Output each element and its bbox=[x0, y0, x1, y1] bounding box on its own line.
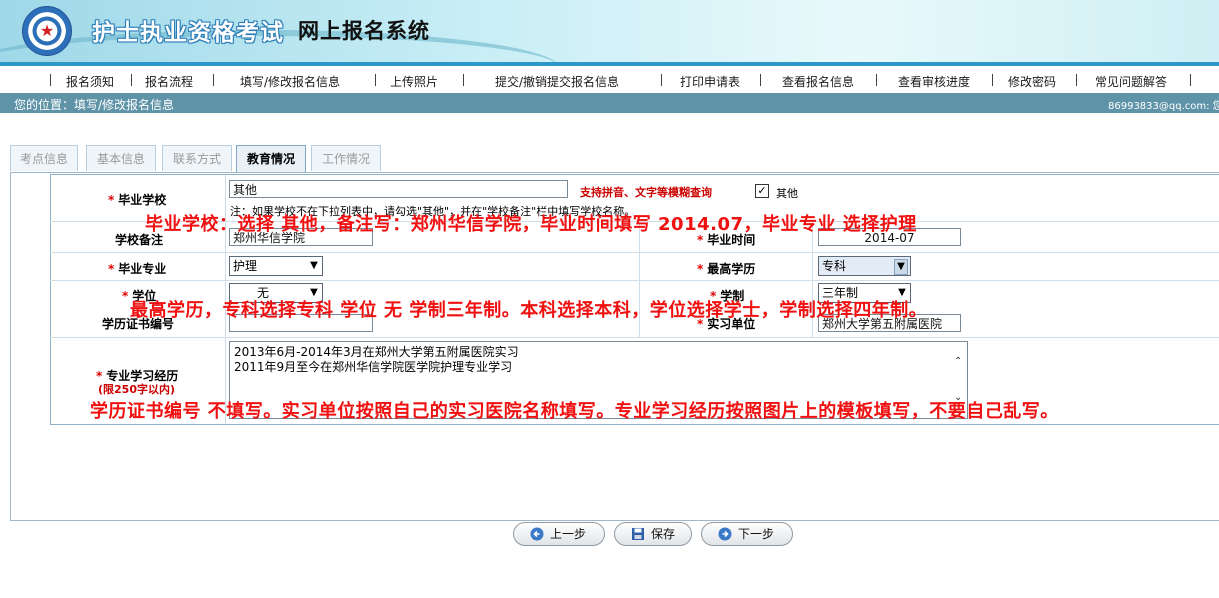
tab-education[interactable]: 教育情况 bbox=[236, 145, 306, 173]
nav-item-notice[interactable]: 报名须知 bbox=[66, 73, 114, 90]
annotation-school: 毕业学校：选择 其他，备注写：郑州华信学院，毕业时间填写 2014.07，毕业专… bbox=[145, 214, 917, 235]
nav-separator bbox=[463, 74, 464, 86]
arrow-left-icon bbox=[530, 527, 544, 541]
annotation-experience: 学历证书编号 不填写。实习单位按照自己的实习医院名称填写。专业学习经历按照图片上… bbox=[90, 401, 1059, 422]
school-label: * 毕业学校 bbox=[108, 191, 166, 208]
school-search-hint: 支持拼音、文字等模糊查询 bbox=[580, 186, 712, 199]
major-select-value: 护理 bbox=[233, 259, 258, 273]
nav-item-view-info[interactable]: 查看报名信息 bbox=[782, 73, 854, 90]
nav-separator bbox=[992, 74, 993, 86]
nav-item-process[interactable]: 报名流程 bbox=[145, 73, 193, 90]
nav-separator bbox=[213, 74, 214, 86]
tab-work[interactable]: 工作情况 bbox=[311, 145, 381, 171]
highest-edu-select-value: 专科 bbox=[822, 259, 847, 273]
experience-line: 2011年9月至今在郑州华信学院医学院护理专业学习 bbox=[234, 360, 513, 374]
experience-limit: (限250字以内) bbox=[98, 383, 176, 396]
system-subtitle: 网上报名系统 bbox=[298, 19, 430, 43]
chevron-down-icon: ▼ bbox=[310, 260, 318, 271]
nav-separator bbox=[375, 74, 376, 86]
prev-button-label: 上一步 bbox=[550, 527, 587, 541]
required-mark: * bbox=[108, 193, 115, 207]
nav-item-review-progress[interactable]: 查看审核进度 bbox=[898, 73, 970, 90]
save-button[interactable]: 保存 bbox=[614, 522, 692, 546]
prev-button[interactable]: 上一步 bbox=[513, 522, 605, 546]
other-checkbox-label: 其他 bbox=[776, 187, 798, 200]
other-checkbox[interactable]: ✓ bbox=[755, 184, 769, 198]
floppy-disk-icon bbox=[632, 528, 644, 540]
main-nav: 报名须知 报名流程 填写/修改报名信息 上传照片 提交/撤销提交报名信息 打印申… bbox=[0, 62, 1219, 93]
tab-contact[interactable]: 联系方式 bbox=[162, 145, 232, 171]
nav-separator bbox=[1190, 74, 1191, 86]
required-mark: * bbox=[108, 262, 115, 276]
nav-separator bbox=[50, 74, 51, 86]
breadcrumb: 您的位置：填写/修改报名信息 86993833@qq.com: 您 bbox=[0, 93, 1219, 113]
tab-exam-site[interactable]: 考点信息 bbox=[10, 145, 78, 171]
nav-separator bbox=[1076, 74, 1077, 86]
major-label-text: 毕业专业 bbox=[118, 262, 167, 276]
save-button-label: 保存 bbox=[651, 527, 676, 541]
highest-edu-label: * 最高学历 bbox=[697, 260, 755, 277]
nav-separator bbox=[661, 74, 662, 86]
nav-separator bbox=[131, 74, 132, 86]
logo: ★ bbox=[22, 6, 72, 56]
highest-edu-select[interactable]: 专科 ▼ bbox=[818, 256, 911, 276]
star-icon: ★ bbox=[39, 21, 55, 40]
nav-item-upload-photo[interactable]: 上传照片 bbox=[390, 73, 438, 90]
required-mark: * bbox=[697, 262, 704, 276]
system-title: 护士执业资格考试 bbox=[92, 20, 284, 46]
tab-basic-info[interactable]: 基本信息 bbox=[86, 145, 156, 171]
next-button-label: 下一步 bbox=[738, 527, 775, 541]
chevron-up-icon[interactable]: ⌃ bbox=[954, 354, 962, 369]
next-button[interactable]: 下一步 bbox=[701, 522, 793, 546]
major-label: * 毕业专业 bbox=[108, 260, 166, 277]
nav-item-change-password[interactable]: 修改密码 bbox=[1008, 73, 1056, 90]
nav-item-edit-info[interactable]: 填写/修改报名信息 bbox=[240, 73, 340, 90]
nav-separator bbox=[876, 74, 877, 86]
user-account: 86993833@qq.com: 您 bbox=[1108, 101, 1219, 112]
breadcrumb-text: 您的位置：填写/修改报名信息 bbox=[14, 98, 175, 112]
chevron-down-icon: ▼ bbox=[894, 259, 908, 275]
experience-line: 2013年6月-2014年3月在郑州大学第五附属医院实习 bbox=[234, 345, 519, 359]
school-label-text: 毕业学校 bbox=[118, 193, 167, 207]
nav-separator bbox=[760, 74, 761, 86]
required-mark: * bbox=[122, 289, 129, 303]
school-input[interactable]: 其他 bbox=[229, 180, 568, 198]
major-select[interactable]: 护理 ▼ bbox=[229, 256, 323, 276]
annotation-education: 最高学历，专科选择专科 学位 无 学制三年制。本科选择本科，学位选择学士，学制选… bbox=[130, 300, 928, 321]
highest-edu-label-text: 最高学历 bbox=[707, 262, 756, 276]
arrow-right-icon bbox=[718, 527, 732, 541]
nav-item-faq[interactable]: 常见问题解答 bbox=[1095, 73, 1167, 90]
nav-item-print[interactable]: 打印申请表 bbox=[680, 73, 740, 90]
page-header: ★ 护士执业资格考试 网上报名系统 bbox=[0, 0, 1219, 62]
nav-item-submit[interactable]: 提交/撤销提交报名信息 bbox=[495, 73, 619, 90]
